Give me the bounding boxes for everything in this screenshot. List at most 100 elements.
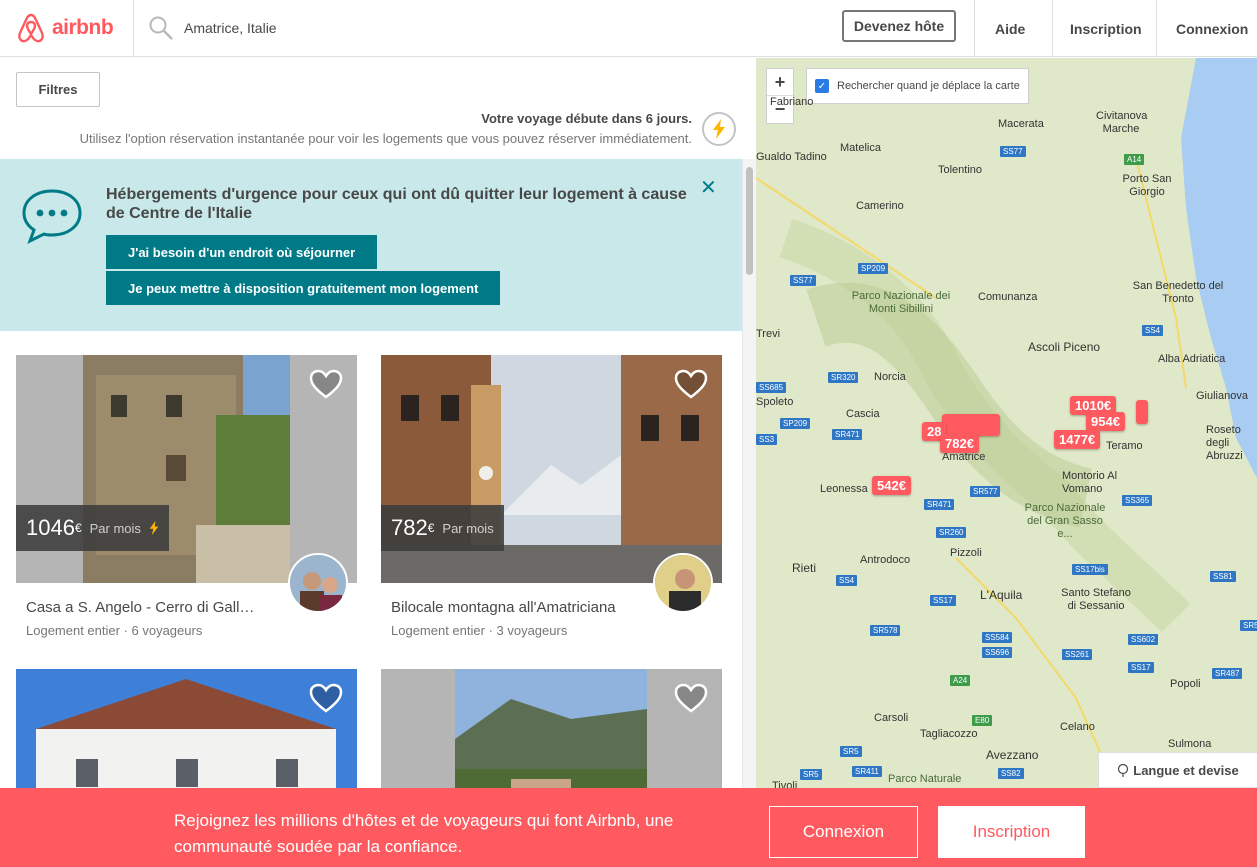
instant-book-hint: Utilisez l'option réservation instantané…: [79, 131, 692, 146]
filters-button[interactable]: Filtres: [16, 72, 100, 107]
road-shield: SP209: [780, 418, 811, 429]
road-shield: E80: [972, 715, 993, 726]
map-place-label: Rieti: [792, 561, 817, 575]
price-period: Par mois: [89, 520, 141, 536]
map-place-label: Antrodoco: [860, 554, 911, 566]
heart-icon[interactable]: [309, 369, 343, 404]
host-avatar[interactable]: [653, 553, 713, 613]
globe-icon: [1118, 763, 1129, 777]
map-place-label: Norcia: [874, 371, 906, 383]
road-shield: SS261: [1062, 649, 1093, 660]
divider: [1052, 0, 1053, 57]
road-shield: SS17: [930, 595, 956, 606]
map-place-label: Porto San Giorgio: [1122, 173, 1172, 198]
listing-photo[interactable]: 782 € Par mois: [381, 355, 722, 583]
price-pin-stack[interactable]: [942, 414, 1000, 436]
banner-title: Hébergements d'urgence pour ceux qui ont…: [106, 186, 687, 222]
road-shield: SR577: [970, 486, 1001, 497]
map-place-label: San Benedetto del Tronto: [1132, 280, 1224, 305]
search-on-move-label: Rechercher quand je déplace la carte: [837, 80, 1020, 92]
price-pin[interactable]: 542€: [872, 476, 911, 495]
price-pin[interactable]: 954€: [1086, 412, 1125, 431]
signup-link[interactable]: Inscription: [1070, 0, 1142, 57]
close-icon[interactable]: ✕: [700, 175, 717, 200]
help-link[interactable]: Aide: [995, 0, 1025, 57]
trip-countdown: Votre voyage débute dans 6 jours.: [481, 111, 692, 126]
heart-icon[interactable]: [674, 369, 708, 404]
listing-title[interactable]: Casa a S. Angelo - Cerro di Gall…: [26, 599, 254, 616]
need-place-button[interactable]: J'ai besoin d'un endroit où séjourner: [106, 235, 378, 269]
map-place-label: Macerata: [998, 118, 1044, 130]
road-shield: A14: [1124, 154, 1145, 165]
top-navigation-bar: airbnb Amatrice, Italie Devenez hôte Aid…: [0, 0, 1257, 57]
search-input[interactable]: Amatrice, Italie: [184, 20, 277, 36]
map-place-label: Parco Nazionale del Gran Sasso e...: [1024, 502, 1106, 540]
road-shield: SR471: [924, 499, 955, 510]
map-place-label: Tivoli: [772, 780, 798, 788]
road-shield: SR471: [832, 429, 863, 440]
road-shield: SR5: [840, 746, 862, 757]
scrollbar-thumb[interactable]: [746, 167, 753, 275]
map-place-label: Sulmona: [1168, 738, 1212, 750]
road-shield: SS77: [790, 275, 816, 286]
language-currency-button[interactable]: Langue et devise: [1098, 752, 1257, 788]
footer-signup-button[interactable]: Inscription: [938, 806, 1085, 858]
search-on-move-toggle[interactable]: ✓ Rechercher quand je déplace la carte: [806, 68, 1029, 104]
listing-photo[interactable]: 1046 € Par mois: [16, 355, 357, 583]
price-pin-stack[interactable]: [1136, 400, 1148, 424]
divider: [974, 0, 975, 57]
map-view[interactable]: + − ✓ Rechercher quand je déplace la car…: [756, 58, 1257, 788]
map-place-label: Camerino: [856, 200, 904, 212]
road-shield: SS696: [982, 647, 1013, 658]
map-place-label: Montorio Al Vomano: [1062, 470, 1118, 495]
brand-name: airbnb: [52, 16, 114, 39]
road-shield: SR320: [828, 372, 859, 383]
road-shield: SS17bis: [1072, 564, 1108, 575]
language-currency-label: Langue et devise: [1133, 762, 1239, 778]
currency: €: [427, 521, 435, 535]
heart-icon[interactable]: [309, 683, 343, 718]
price-value: 782: [391, 515, 428, 540]
road-shield: SS4: [1142, 325, 1164, 336]
road-shield: SR487: [1212, 668, 1243, 679]
map-place-label: Pizzoli: [950, 547, 982, 559]
road-shield: SS3: [756, 434, 778, 445]
login-link[interactable]: Connexion: [1176, 0, 1248, 57]
instant-book-icon: [149, 520, 159, 536]
map-place-label: Parco Naturale: [888, 773, 962, 785]
divider: [133, 0, 134, 57]
price-tag: 782 € Par mois: [381, 505, 504, 551]
footer-login-button[interactable]: Connexion: [769, 806, 918, 858]
airbnb-logo[interactable]: airbnb: [16, 12, 114, 44]
road-shield: SS584: [982, 632, 1013, 643]
offer-home-button[interactable]: Je peux mettre à disposition gratuitemen…: [106, 271, 501, 305]
heart-icon[interactable]: [674, 683, 708, 718]
results-panel: Filtres Votre voyage débute dans 6 jours…: [0, 58, 756, 867]
checkbox-checked[interactable]: ✓: [815, 79, 829, 93]
search-field[interactable]: Amatrice, Italie: [148, 12, 277, 44]
road-shield: SS685: [756, 382, 787, 393]
map-place-label: Matelica: [840, 142, 881, 154]
divider: [1156, 0, 1157, 57]
map-place-label: Santo Stefano di Sessanio: [1061, 587, 1131, 612]
map-place-label: Popoli: [1170, 678, 1201, 690]
price-pin[interactable]: 1477€: [1054, 430, 1101, 449]
road-shield: SS81: [1210, 571, 1236, 582]
listing-title[interactable]: Bilocale montagna all'Amatriciana: [391, 599, 616, 616]
road-shield: SS17: [1128, 662, 1154, 673]
map-place-label: Trevi: [756, 328, 781, 340]
map-place-label: Comunanza: [978, 291, 1038, 303]
zoom-in-button[interactable]: +: [767, 69, 793, 96]
host-avatar[interactable]: [288, 553, 348, 613]
map-place-label: Parco Nazionale dei Monti Sibillini: [851, 290, 951, 315]
map-place-label: Fabriano: [770, 96, 814, 108]
map-place-label: Carsoli: [874, 712, 909, 724]
road-shield: SS77: [1000, 146, 1026, 157]
become-host-button[interactable]: Devenez hôte: [842, 10, 956, 42]
map-place-label: Cascia: [846, 408, 880, 420]
scrollbar[interactable]: [742, 159, 756, 867]
instant-book-toggle[interactable]: [702, 112, 736, 146]
price-pin[interactable]: 782€: [940, 434, 979, 453]
signup-promo-bar: Rejoignez les millions d'hôtes et de voy…: [0, 788, 1257, 867]
map-place-label: Celano: [1060, 721, 1095, 733]
